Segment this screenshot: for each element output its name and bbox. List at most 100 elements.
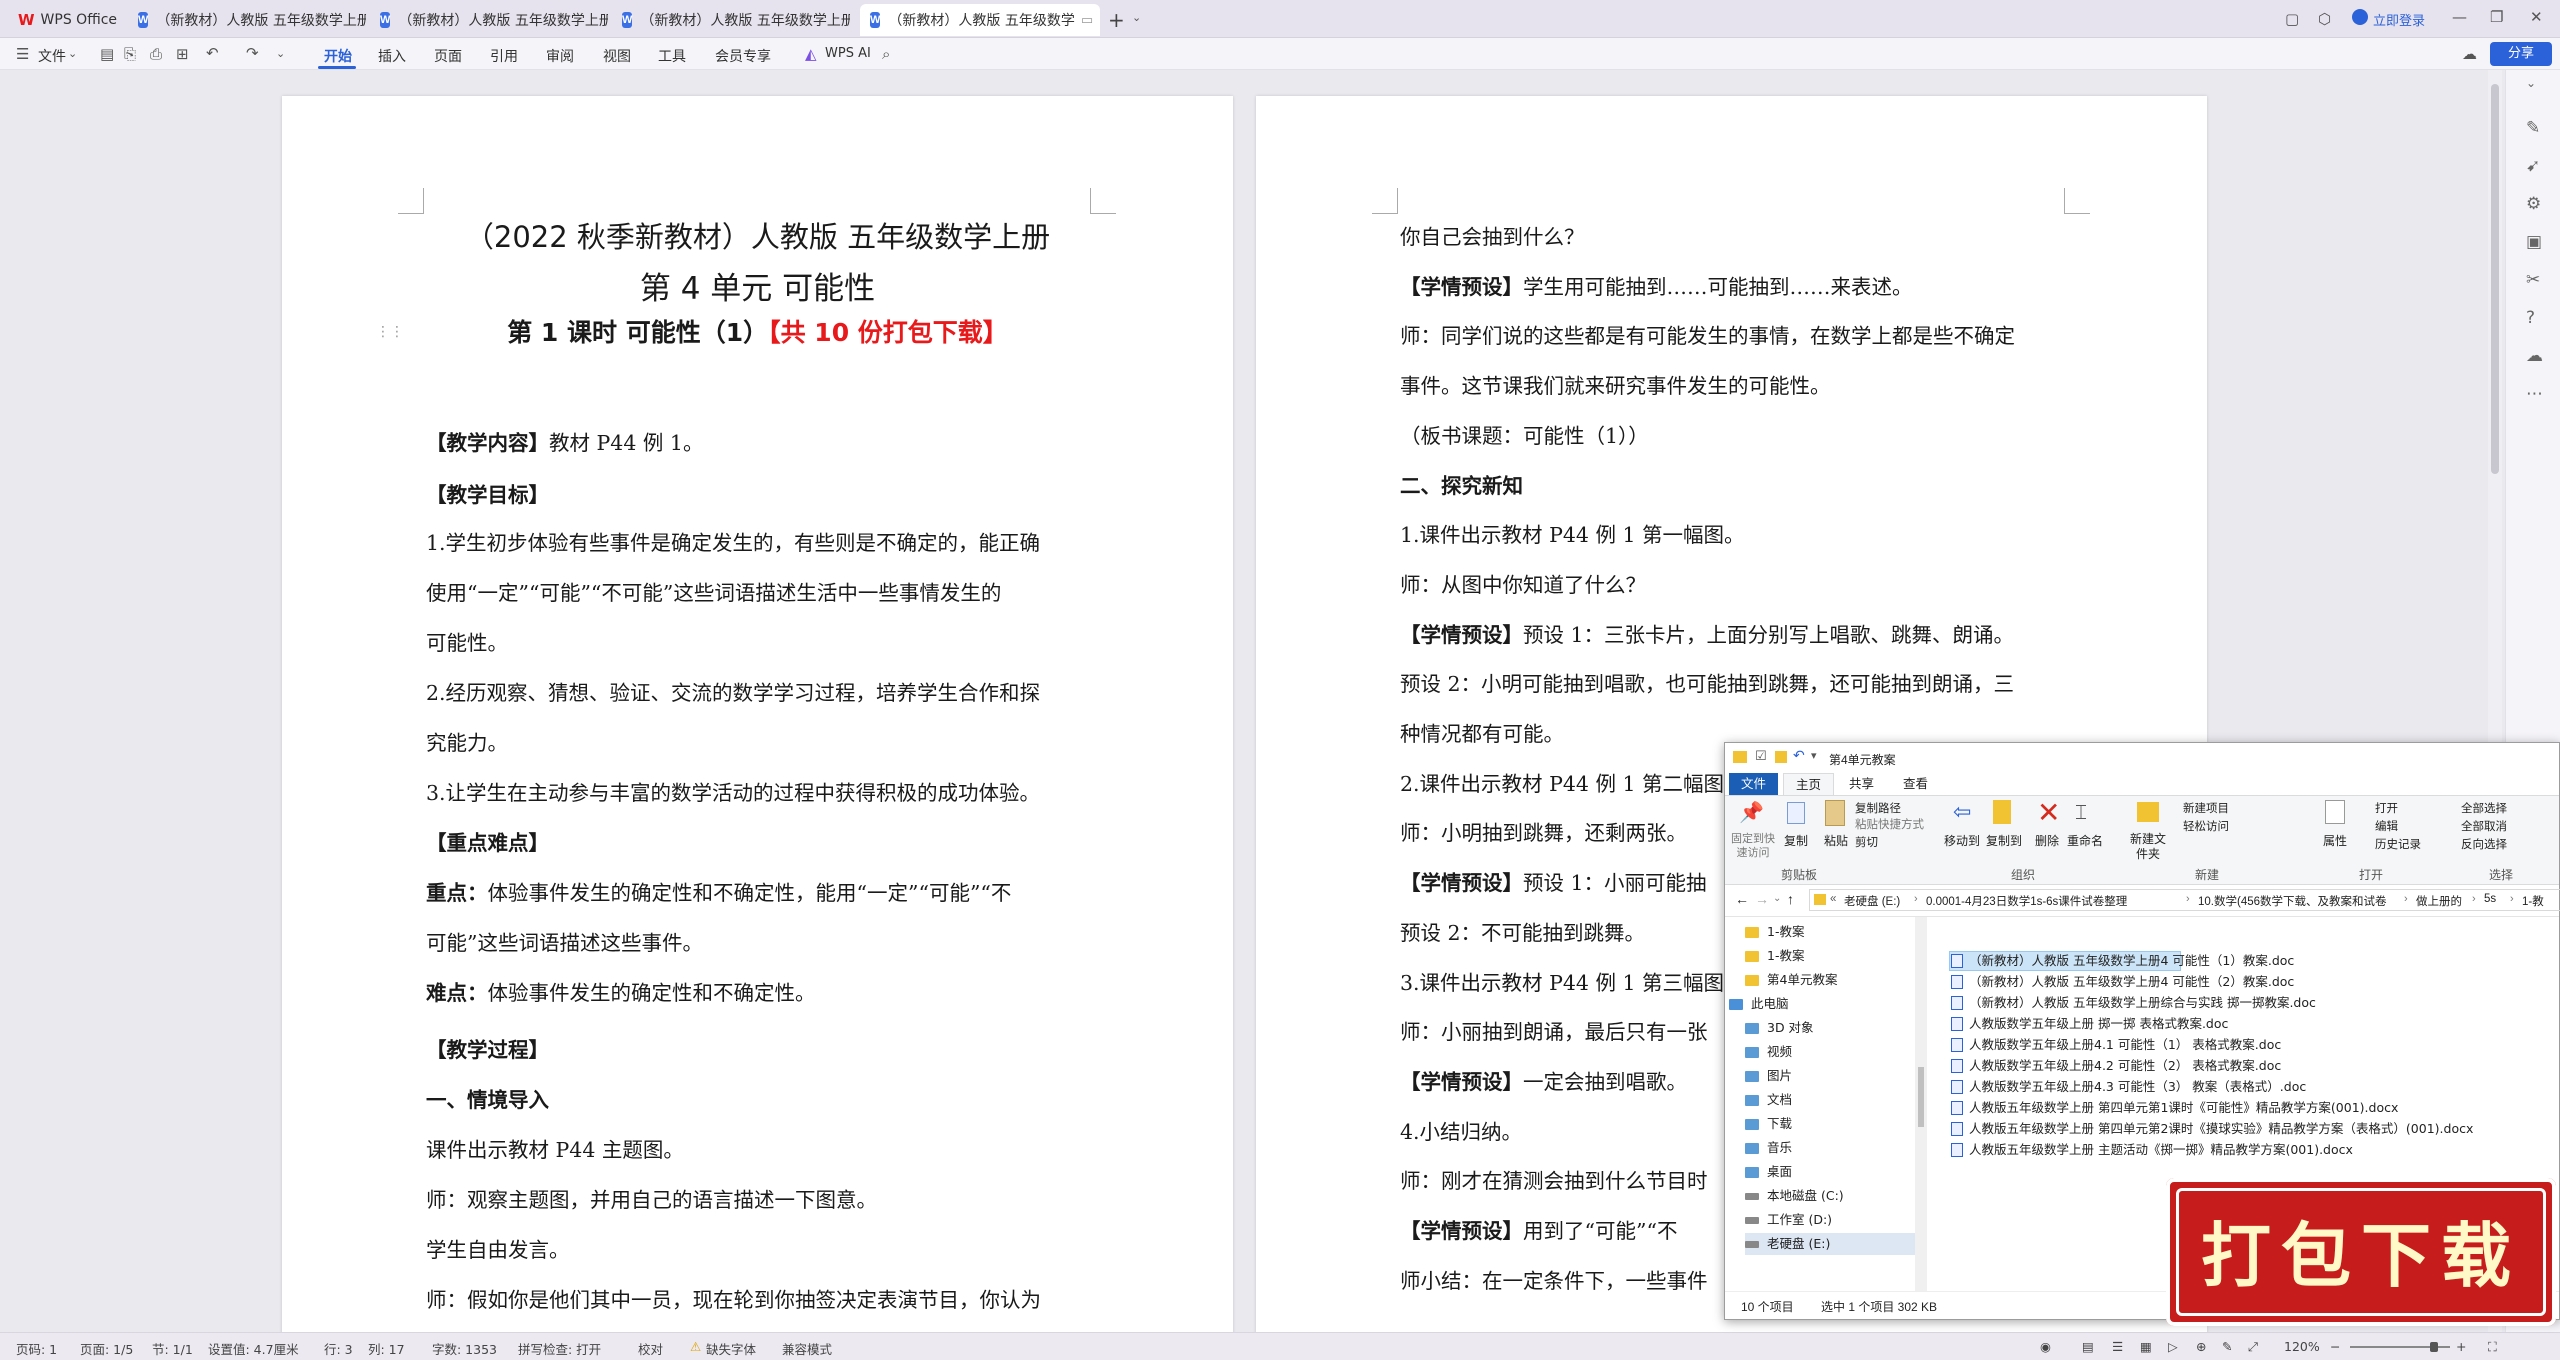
rename-button[interactable]: 重命名 xyxy=(2065,832,2105,849)
copy-button[interactable]: 复制 xyxy=(1781,832,1811,849)
move-to-button[interactable]: 移动到 xyxy=(1939,832,1985,849)
tools-icon[interactable]: ✂ xyxy=(2526,270,2540,290)
address-overflow[interactable]: « xyxy=(1830,893,1836,905)
settings-icon[interactable]: ⚙ xyxy=(2526,194,2541,214)
close-icon[interactable]: ✕ xyxy=(1099,13,1100,28)
zoom-slider-thumb[interactable] xyxy=(2430,1342,2438,1352)
nav-item[interactable]: 音乐 xyxy=(1745,1137,1792,1159)
new-folder-icon[interactable] xyxy=(1775,751,1787,763)
properties-icon[interactable]: ☑ xyxy=(1755,749,1767,764)
nav-item[interactable]: 文档 xyxy=(1745,1089,1792,1111)
address-segment[interactable]: 0.0001-4月23日数学1s-6s课件试卷整理 xyxy=(1926,893,2127,909)
tab-document-3[interactable]: W （新教材）人教版 五年级数学上册 ✕ xyxy=(612,4,850,36)
restore-icon[interactable]: ❐ xyxy=(2490,8,2503,26)
zoom-out-icon[interactable]: − xyxy=(2330,1339,2340,1354)
chevron-down-icon[interactable]: ⌄ xyxy=(1132,11,1141,24)
tab-references[interactable]: 引用 xyxy=(490,46,518,66)
explorer-tab-share[interactable]: 共享 xyxy=(1837,773,1886,795)
share-button[interactable]: 分享 xyxy=(2490,42,2552,66)
minimize-icon[interactable]: — xyxy=(2452,8,2467,26)
file-row[interactable]: 人教版五年级数学上册 主题活动《掷一掷》精品教学方案(001).docx xyxy=(1951,1140,2353,1160)
file-row[interactable]: 人教版五年级数学上册 第四单元第2课时《摸球实验》精品教学方案（表格式）(001… xyxy=(1951,1119,2473,1139)
print-icon[interactable]: ⎙ xyxy=(150,45,162,63)
select-all-button[interactable]: 全部选择 xyxy=(2461,800,2507,816)
search-icon[interactable]: ⌕ xyxy=(882,45,890,63)
more-icon[interactable]: ⋯ xyxy=(2526,384,2543,404)
scrollbar-thumb[interactable] xyxy=(1918,1067,1924,1127)
address-segment[interactable]: 老硬盘 (E:) xyxy=(1844,893,1900,909)
status-pages[interactable]: 页面: 1/5 xyxy=(80,1339,133,1358)
nav-item[interactable]: 此电脑 xyxy=(1729,993,1789,1015)
easy-access-button[interactable]: 轻松访问 xyxy=(2183,818,2229,834)
export-icon[interactable]: ⎘ xyxy=(124,45,136,63)
tab-document-active[interactable]: W （新教材）人教版 五年级数学 ▭ ✕ xyxy=(860,4,1100,36)
back-icon[interactable]: ← xyxy=(1735,891,1749,907)
tab-home[interactable]: 开始 xyxy=(324,46,352,66)
nav-item[interactable]: 视频 xyxy=(1745,1041,1792,1063)
address-bar[interactable]: « 老硬盘 (E:) › 0.0001-4月23日数学1s-6s课件试卷整理 ›… xyxy=(1809,889,2560,911)
invert-selection-button[interactable]: 反向选择 xyxy=(2461,836,2507,852)
monitor-icon[interactable]: ▭ xyxy=(1081,13,1093,28)
file-row[interactable]: 人教版数学五年级上册4.3 可能性（3） 教案（表格式）.doc xyxy=(1951,1077,2306,1097)
history-button[interactable]: 历史记录 xyxy=(2375,836,2421,852)
status-setting[interactable]: 设置值: 4.7厘米 xyxy=(208,1339,299,1358)
address-segment[interactable]: 10.数学(456数学下载、及教案和试卷 xyxy=(2198,893,2387,909)
file-row[interactable]: （新教材）人教版 五年级数学上册4 可能性（1）教案.doc xyxy=(1951,951,2294,971)
address-segment[interactable]: 做上册的 xyxy=(2416,893,2462,909)
cloud-sync-icon[interactable]: ☁ xyxy=(2462,45,2477,63)
login-link[interactable]: 立即登录 xyxy=(2373,10,2425,29)
copy-path-button[interactable]: 复制路径 xyxy=(1855,800,1901,816)
protect-icon[interactable]: ⊕ xyxy=(2196,1339,2206,1354)
up-icon[interactable]: ↑ xyxy=(1787,891,1794,907)
file-row[interactable]: 人教版数学五年级上册 掷一掷 表格式教案.doc xyxy=(1951,1014,2228,1034)
help-icon[interactable]: ? xyxy=(2526,308,2535,328)
avatar-icon[interactable] xyxy=(2352,9,2368,25)
scrollbar-thumb[interactable] xyxy=(2491,84,2499,474)
chevron-down-icon[interactable]: ⌄ xyxy=(2526,76,2536,90)
web-view-icon[interactable]: ▦ xyxy=(2140,1339,2152,1354)
undo-icon[interactable]: ↶ xyxy=(206,44,219,62)
redo-icon[interactable]: ↷ xyxy=(246,44,259,62)
zoom-in-icon[interactable]: + xyxy=(2456,1339,2466,1354)
close-window-icon[interactable]: ✕ xyxy=(2530,8,2543,26)
tab-tools[interactable]: 工具 xyxy=(658,46,686,66)
undo-icon[interactable]: ↶ xyxy=(1793,748,1805,764)
properties-button[interactable]: 属性 xyxy=(2317,832,2353,849)
file-row[interactable]: （新教材）人教版 五年级数学上册综合与实践 掷一掷教案.doc xyxy=(1951,993,2316,1013)
delete-button[interactable]: 删除 xyxy=(2029,832,2065,849)
nav-item[interactable]: 图片 xyxy=(1745,1065,1792,1087)
nav-item[interactable]: 1-教案 xyxy=(1745,921,1804,943)
address-segment[interactable]: 1-教 xyxy=(2522,893,2544,909)
status-proofread[interactable]: 校对 xyxy=(638,1339,663,1358)
file-row[interactable]: 人教版五年级数学上册 第四单元第1课时《可能性》精品教学方案(001).docx xyxy=(1951,1098,2398,1118)
tab-member[interactable]: 会员专享 xyxy=(715,46,771,66)
status-words[interactable]: 字数: 1353 xyxy=(432,1339,497,1358)
outline-view-icon[interactable]: ☰ xyxy=(2112,1339,2123,1354)
status-row[interactable]: 行: 3 xyxy=(324,1339,353,1358)
zoom-level[interactable]: 120% xyxy=(2284,1339,2320,1354)
new-item-button[interactable]: 新建项目 xyxy=(2183,800,2229,816)
paste-shortcut-button[interactable]: 粘贴快捷方式 xyxy=(1855,816,1924,832)
status-col[interactable]: 列: 17 xyxy=(368,1339,405,1358)
play-icon[interactable]: ▷ xyxy=(2168,1339,2178,1354)
cut-button[interactable]: 剪切 xyxy=(1855,834,1878,850)
open-button[interactable]: 打开 xyxy=(2375,800,2398,816)
explorer-tab-home[interactable]: 主页 xyxy=(1783,773,1835,795)
new-tab-plus-icon[interactable]: + xyxy=(1108,8,1125,32)
nav-item[interactable]: 第4单元教案 xyxy=(1745,969,1837,991)
image-icon[interactable]: ▣ xyxy=(2526,232,2542,252)
pen-icon[interactable]: ✎ xyxy=(2222,1339,2232,1354)
fullscreen-icon[interactable]: ⛶ xyxy=(2488,1339,2497,1355)
status-spellcheck[interactable]: 拼写检查: 打开 xyxy=(518,1339,601,1358)
recent-locations-icon[interactable]: ⌄ xyxy=(1773,893,1781,904)
tab-insert[interactable]: 插入 xyxy=(378,46,406,66)
nav-scrollbar[interactable] xyxy=(1915,917,1927,1291)
tab-document-2[interactable]: W （新教材）人教版 五年级数学上册 ✕ xyxy=(370,4,608,36)
nav-item[interactable]: 桌面 xyxy=(1745,1161,1792,1183)
nav-item[interactable]: 3D 对象 xyxy=(1745,1017,1814,1039)
new-folder-button[interactable]: 新建文件夹 xyxy=(2125,832,2171,862)
status-missing-font[interactable]: 缺失字体 xyxy=(706,1339,756,1358)
status-page[interactable]: 页码: 1 xyxy=(16,1339,57,1358)
copy-to-button[interactable]: 复制到 xyxy=(1981,832,2027,849)
print-preview-icon[interactable]: ⊞ xyxy=(176,45,189,63)
